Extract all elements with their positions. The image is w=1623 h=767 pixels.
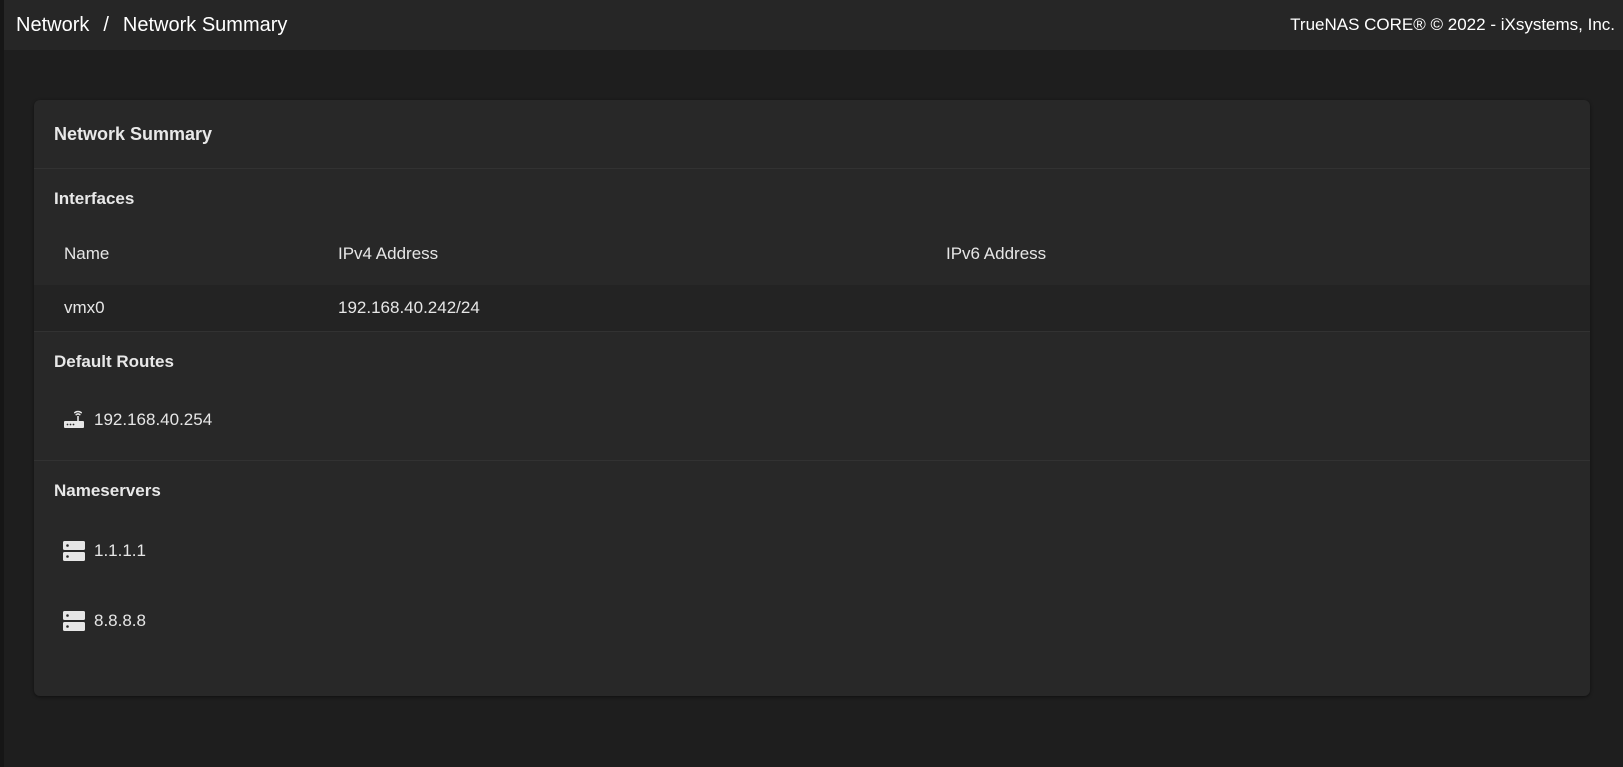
list-item: 1.1.1.1 — [34, 531, 1590, 571]
copyright-text[interactable]: TrueNAS CORE® © 2022 - iXsystems, Inc. — [1290, 15, 1615, 35]
column-header-ipv4: IPv4 Address — [338, 244, 439, 263]
dns-server-icon — [62, 609, 86, 633]
interface-name: vmx0 — [64, 298, 105, 317]
column-header-name: Name — [64, 244, 110, 263]
default-route-address: 192.168.40.254 — [94, 410, 213, 429]
breadcrumb-network[interactable]: Network — [16, 14, 89, 37]
card-title: Network Summary — [34, 100, 1590, 169]
list-item: 192.168.40.254 — [34, 400, 1590, 440]
nameservers-title: Nameservers — [54, 481, 161, 500]
interfaces-section: Interfaces Name IPv4 Address IPv6 Addres… — [34, 169, 1590, 332]
left-edge — [0, 0, 4, 767]
nameserver-address: 8.8.8.8 — [94, 611, 146, 630]
breadcrumb-separator: / — [103, 13, 109, 36]
network-summary-card: Network Summary Interfaces Name IPv4 Add… — [34, 100, 1590, 696]
breadcrumb-network-summary: Network Summary — [122, 13, 288, 36]
table-row: vmx0 192.168.40.242/24 — [34, 285, 1590, 331]
interface-ipv4: 192.168.40.242/24 — [338, 298, 480, 317]
top-bar: Network / Network Summary TrueNAS CORE® … — [4, 0, 1623, 50]
column-header-ipv6: IPv6 Address — [946, 244, 1047, 263]
dns-server-icon — [62, 539, 86, 563]
default-routes-list: 192.168.40.254 — [34, 372, 1590, 460]
default-routes-title: Default Routes — [54, 352, 174, 371]
nameservers-section: Nameservers 1.1.1.1 8.8.8.8 — [34, 461, 1590, 641]
nameservers-list: 1.1.1.1 8.8.8.8 — [34, 501, 1590, 641]
table-header: Name IPv4 Address IPv6 Address — [34, 244, 1590, 285]
router-icon — [62, 408, 86, 432]
breadcrumb: Network / Network Summary — [16, 14, 287, 37]
nameserver-address: 1.1.1.1 — [94, 541, 146, 560]
interfaces-table: Name IPv4 Address IPv6 Address vmx0 192.… — [34, 244, 1590, 331]
default-routes-section: Default Routes 192.168.40.254 — [34, 332, 1590, 461]
list-item: 8.8.8.8 — [34, 601, 1590, 641]
interfaces-title: Interfaces — [54, 189, 135, 208]
